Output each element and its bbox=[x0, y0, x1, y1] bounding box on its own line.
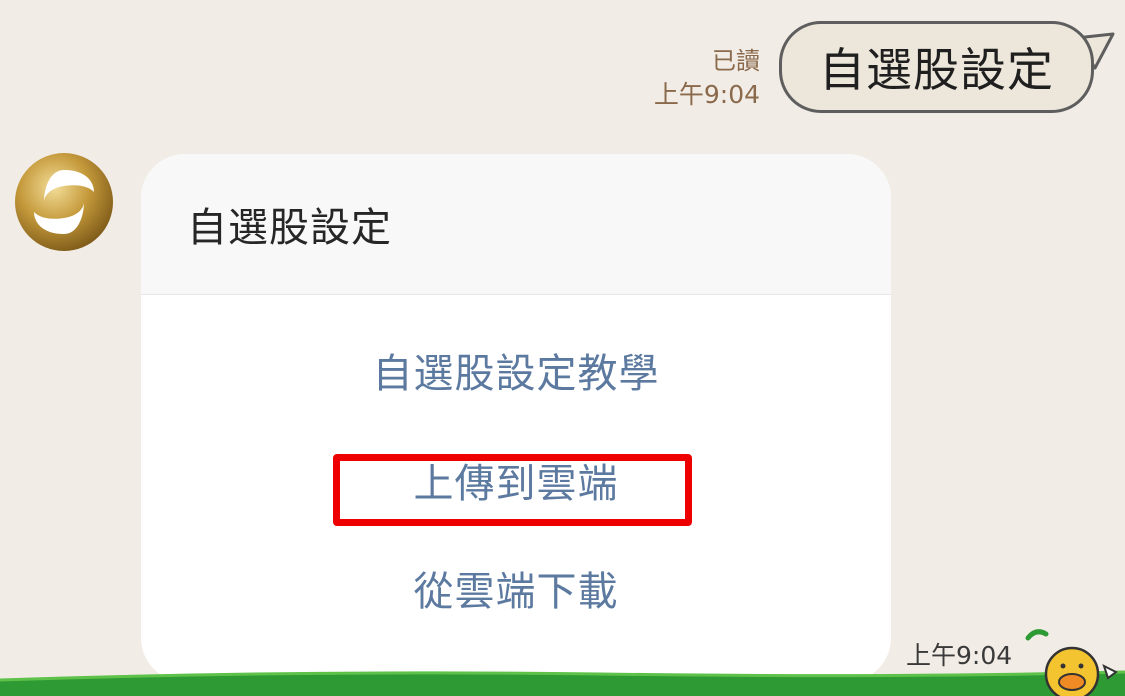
card-title: 自選股設定 bbox=[187, 205, 392, 251]
outgoing-message-text: 自選股設定 bbox=[819, 43, 1054, 97]
incoming-timestamp: 上午9:04 bbox=[906, 641, 1013, 670]
card-header: 自選股設定 bbox=[141, 154, 891, 295]
read-status: 已讀 bbox=[712, 47, 760, 75]
bank-logo-icon[interactable] bbox=[14, 152, 114, 252]
card-actions: 自選股設定教學 上傳到雲端 從雲端下載 bbox=[141, 295, 891, 682]
chick-sticker-icon bbox=[1025, 629, 1118, 696]
action-upload-cloud-button[interactable]: 上傳到雲端 bbox=[141, 451, 891, 509]
outgoing-timestamp: 上午9:04 bbox=[653, 80, 760, 109]
outgoing-meta: 已讀 上午9:04 bbox=[654, 44, 760, 112]
rich-menu-card: 自選股設定 自選股設定教學 上傳到雲端 從雲端下載 bbox=[141, 154, 891, 682]
outgoing-message-bubble[interactable]: 自選股設定 bbox=[779, 21, 1094, 113]
action-download-cloud-button[interactable]: 從雲端下載 bbox=[141, 559, 891, 617]
action-tutorial-button[interactable]: 自選股設定教學 bbox=[141, 341, 891, 399]
